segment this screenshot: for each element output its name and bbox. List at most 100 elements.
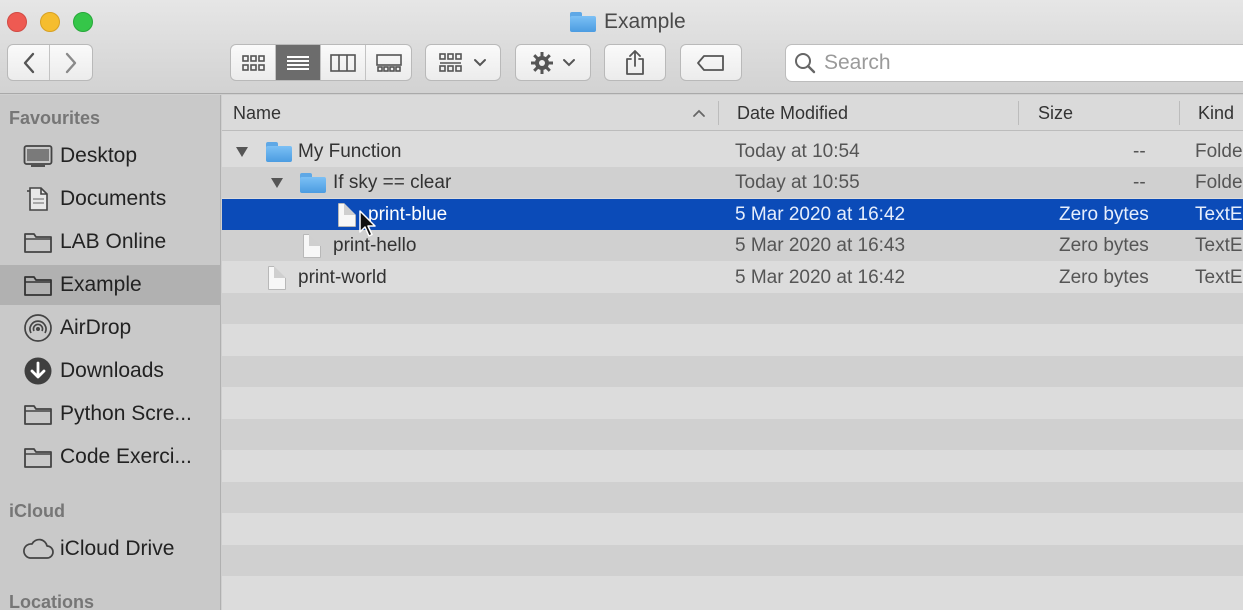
date-modified: 5 Mar 2020 at 16:42 xyxy=(735,204,906,225)
file-size: Zero bytes xyxy=(1059,235,1149,256)
icon-view-button[interactable] xyxy=(231,45,276,80)
column-header-row: Name Date Modified Size Kind xyxy=(222,95,1243,131)
file-kind: TextE xyxy=(1195,235,1243,256)
column-header-name[interactable]: Name xyxy=(233,95,281,131)
action-menu-button[interactable] xyxy=(515,44,591,81)
sidebar-item-code-exercises[interactable]: Code Exerci... xyxy=(0,437,221,477)
sidebar-item-label: AirDrop xyxy=(60,316,132,339)
sort-ascending-icon xyxy=(693,109,705,117)
file-size: Zero bytes xyxy=(1059,267,1149,288)
sidebar-item-label: Documents xyxy=(60,187,167,210)
empty-row xyxy=(222,482,1243,513)
file-kind: TextE xyxy=(1195,267,1243,288)
group-by-button[interactable] xyxy=(425,44,501,81)
empty-row xyxy=(222,325,1243,356)
disclosure-expanded-icon[interactable] xyxy=(235,146,249,158)
sidebar-header-favourites: Favourites xyxy=(9,108,101,128)
icon-view-icon xyxy=(242,54,265,71)
empty-row xyxy=(222,545,1243,576)
folder-icon xyxy=(22,272,54,298)
column-view-icon xyxy=(330,53,356,72)
date-modified: 5 Mar 2020 at 16:42 xyxy=(735,267,906,288)
column-header-kind[interactable]: Kind xyxy=(1198,95,1234,131)
chevron-down-icon xyxy=(563,58,575,66)
list-view-button[interactable] xyxy=(276,45,321,80)
table-row[interactable]: My Function Today at 10:54 -- Folde xyxy=(222,136,1243,167)
gear-icon xyxy=(531,51,553,74)
date-modified: Today at 10:55 xyxy=(735,172,860,193)
tags-button[interactable] xyxy=(680,44,742,81)
column-view-button[interactable] xyxy=(321,45,366,80)
sidebar-item-example[interactable]: Example xyxy=(0,265,221,305)
table-row[interactable]: If sky == clear Today at 10:55 -- Folde xyxy=(222,167,1243,198)
window-title-text: Example xyxy=(604,10,686,33)
forward-button[interactable] xyxy=(50,45,92,80)
chevron-left-icon xyxy=(23,52,34,73)
folder-icon xyxy=(22,229,54,255)
sidebar-item-python-screens[interactable]: Python Scre... xyxy=(0,394,221,434)
sidebar-header-icloud: iCloud xyxy=(9,501,65,521)
tag-icon xyxy=(697,54,724,71)
file-kind: Folde xyxy=(1195,141,1243,162)
sidebar-item-label: Desktop xyxy=(60,144,138,167)
folder-icon xyxy=(266,142,292,162)
empty-row xyxy=(222,419,1243,450)
folder-icon xyxy=(22,401,54,427)
cloud-icon xyxy=(22,536,54,562)
file-name: print-world xyxy=(298,267,387,288)
gallery-view-button[interactable] xyxy=(366,45,411,80)
column-divider[interactable] xyxy=(1179,101,1180,125)
search-placeholder: Search xyxy=(824,51,891,74)
folder-icon xyxy=(22,444,54,470)
window-title: Example xyxy=(570,8,686,36)
column-header-date-modified[interactable]: Date Modified xyxy=(737,95,848,131)
back-button[interactable] xyxy=(8,45,50,80)
sidebar-item-lab-online[interactable]: LAB Online xyxy=(0,222,221,262)
column-divider[interactable] xyxy=(1018,101,1019,125)
view-mode-selector xyxy=(230,44,412,81)
text-file-icon xyxy=(303,234,321,258)
date-modified: 5 Mar 2020 at 16:43 xyxy=(735,235,906,256)
disclosure-expanded-icon[interactable] xyxy=(270,177,284,189)
desktop-icon xyxy=(22,143,54,169)
sidebar-item-desktop[interactable]: Desktop xyxy=(0,136,221,176)
sidebar-item-documents[interactable]: Documents xyxy=(0,179,221,219)
share-button[interactable] xyxy=(604,44,666,81)
search-icon xyxy=(795,53,816,74)
file-kind: TextE xyxy=(1195,204,1243,225)
column-divider[interactable] xyxy=(718,101,719,125)
close-button[interactable] xyxy=(7,12,27,32)
gallery-view-icon xyxy=(375,53,402,72)
file-size: -- xyxy=(1133,172,1146,193)
toolbar: Example Search xyxy=(0,0,1243,94)
finder-window: Example Search Favourites Desktop Docume… xyxy=(0,0,1243,610)
file-list: Name Date Modified Size Kind My Function… xyxy=(222,95,1243,610)
empty-row xyxy=(222,293,1243,324)
folder-icon xyxy=(300,173,326,193)
search-field[interactable]: Search xyxy=(785,44,1243,82)
airdrop-icon xyxy=(22,314,54,342)
list-view-icon xyxy=(287,55,309,70)
sidebar-item-icloud-drive[interactable]: iCloud Drive xyxy=(0,529,221,569)
sidebar-item-downloads[interactable]: Downloads xyxy=(0,351,221,391)
mouse-cursor-icon xyxy=(359,210,376,237)
group-by-icon xyxy=(439,52,462,72)
zoom-button[interactable] xyxy=(73,12,93,32)
text-file-icon xyxy=(338,203,356,227)
sidebar-item-label: LAB Online xyxy=(60,230,167,253)
table-row[interactable]: print-world 5 Mar 2020 at 16:42 Zero byt… xyxy=(222,262,1243,293)
column-header-size[interactable]: Size xyxy=(1038,95,1073,131)
empty-row xyxy=(222,451,1243,482)
downloads-icon xyxy=(22,357,54,385)
sidebar-item-airdrop[interactable]: AirDrop xyxy=(0,308,221,348)
file-kind: Folde xyxy=(1195,172,1243,193)
minimize-button[interactable] xyxy=(40,12,60,32)
documents-icon xyxy=(22,186,54,212)
file-size: -- xyxy=(1133,141,1146,162)
navigation-buttons xyxy=(7,44,93,81)
sidebar-item-label: Example xyxy=(60,273,142,296)
folder-icon xyxy=(570,12,596,32)
empty-row xyxy=(222,577,1243,608)
sidebar-header-locations: Locations xyxy=(9,592,95,610)
empty-row xyxy=(222,514,1243,545)
